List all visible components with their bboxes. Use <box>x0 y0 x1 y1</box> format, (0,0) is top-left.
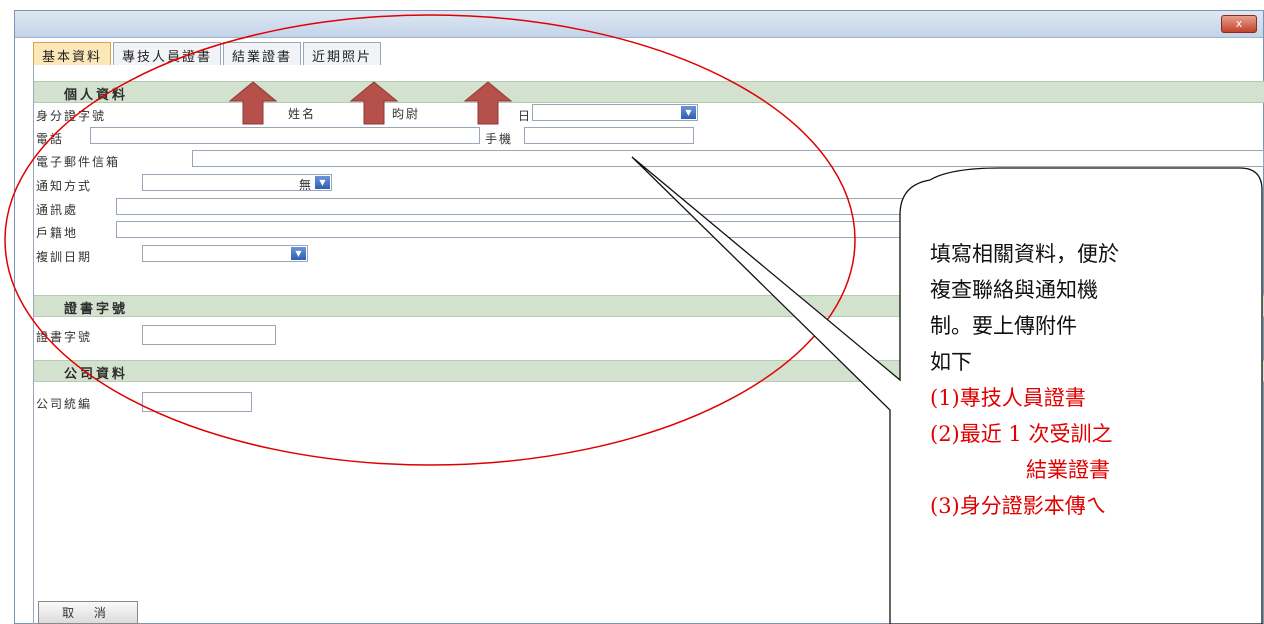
callout-line-4: 如下 <box>930 350 972 374</box>
callout-line-1: 填寫相關資料，便於 <box>930 242 1119 266</box>
up-arrow-icon <box>349 81 399 125</box>
callout-item-3: (3)身分證影本傳ㄟ <box>930 494 1107 518</box>
callout-line-2: 複查聯絡與通知機 <box>930 278 1098 302</box>
callout-item-1: (1)專技人員證書 <box>930 386 1086 410</box>
up-arrow-icon <box>463 81 513 125</box>
callout-text: 填寫相關資料，便於 複查聯絡與通知機 制。要上傳附件 如下 (1)專技人員證書 … <box>930 236 1264 524</box>
up-arrow-icon <box>228 81 278 125</box>
callout-item-2b: 結業證書 <box>1026 458 1110 482</box>
callout-line-3: 制。要上傳附件 <box>930 314 1077 338</box>
callout-item-2: (2)最近 1 次受訓之 <box>930 422 1113 446</box>
